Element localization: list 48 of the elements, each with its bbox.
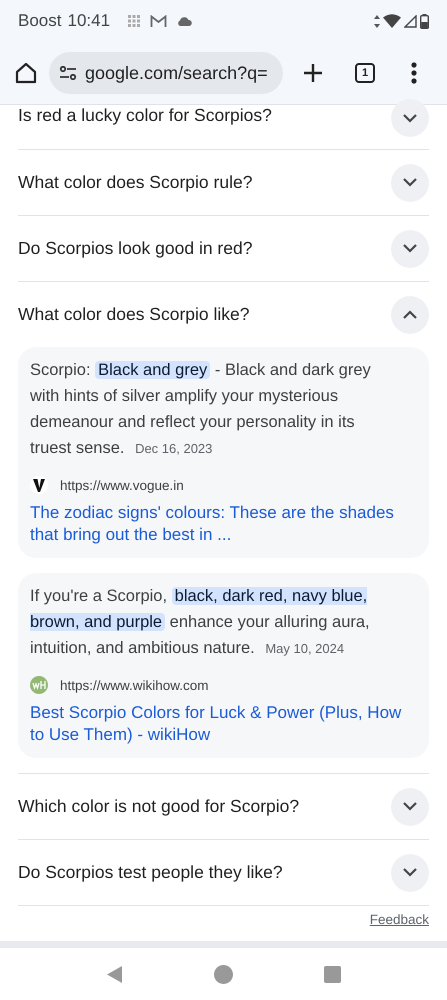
expand-button[interactable]	[391, 854, 429, 892]
result-link[interactable]: The zodiac signs' colours: These are the shades that bring out the best in ...	[30, 502, 417, 546]
answer-date: Dec 16, 2023	[135, 441, 212, 456]
home-circle-icon[interactable]	[214, 964, 233, 984]
back-icon[interactable]	[106, 964, 123, 984]
carrier-name: Boost	[18, 11, 62, 31]
question-text[interactable]: What color does Scorpio like?	[18, 304, 250, 325]
tab-count-button[interactable]: 1	[355, 63, 375, 83]
mail-icon	[150, 14, 168, 28]
home-icon[interactable]	[15, 62, 37, 84]
answer-text: Scorpio: Black and grey - Black and dark grey with hints of silver amplify your mysterious demeanour and reflect your personality in its truest sense. Dec 16, 2023	[30, 360, 372, 459]
clock-time: 10:41	[67, 11, 110, 31]
expand-button[interactable]	[391, 296, 429, 334]
chevron-down-icon	[403, 114, 417, 122]
wifi-icon	[383, 14, 401, 28]
signal-icon	[404, 14, 417, 28]
recents-icon[interactable]	[324, 966, 342, 982]
answer-date: May 10, 2024	[265, 641, 344, 656]
expand-button[interactable]	[391, 99, 429, 137]
chevron-down-icon	[403, 868, 417, 877]
grid-icon	[128, 15, 140, 27]
question-text[interactable]: Do Scorpios look good in red?	[18, 238, 252, 259]
new-tab-icon[interactable]	[303, 63, 323, 83]
chevron-down-icon	[403, 244, 417, 253]
chevron-up-icon	[403, 310, 417, 319]
more-menu-icon[interactable]	[411, 62, 417, 84]
question-text[interactable]: What color does Scorpio rule?	[18, 172, 252, 193]
source-url: https://www.wikihow.com	[60, 678, 209, 692]
chevron-down-icon	[403, 178, 417, 187]
letter-v-logo-icon	[30, 476, 48, 494]
address-bar[interactable]: google.com/search?q=	[49, 52, 283, 94]
answer-text: If you're a Scorpio, black, dark red, navy blue, brown, and purple enhance your alluring aura, intuition, and ambitious nature. May 10, 2024	[30, 586, 371, 659]
expand-button[interactable]	[391, 164, 429, 202]
cloud-icon	[177, 16, 192, 26]
url-text: google.com/search?q=	[85, 62, 268, 84]
expand-button[interactable]	[391, 230, 429, 268]
source-url: https://www.vogue.in	[60, 478, 184, 492]
question-text[interactable]: Which color is not good for Scorpio?	[18, 796, 300, 817]
feedback-link[interactable]: Feedback	[370, 912, 429, 933]
data-arrows-icon	[374, 14, 380, 28]
expand-button[interactable]	[391, 788, 429, 826]
site-logo-icon	[30, 676, 48, 694]
question-text[interactable]: Is red a lucky color for Scorpios?	[18, 105, 272, 126]
question-text[interactable]: Do Scorpios test people they like?	[18, 862, 283, 883]
tune-icon[interactable]	[59, 66, 77, 80]
chevron-down-icon	[403, 802, 417, 811]
battery-icon	[420, 14, 429, 28]
result-link[interactable]: Best Scorpio Colors for Luck & Power (Plus, How to Use Them) - wikiHow	[30, 702, 417, 746]
